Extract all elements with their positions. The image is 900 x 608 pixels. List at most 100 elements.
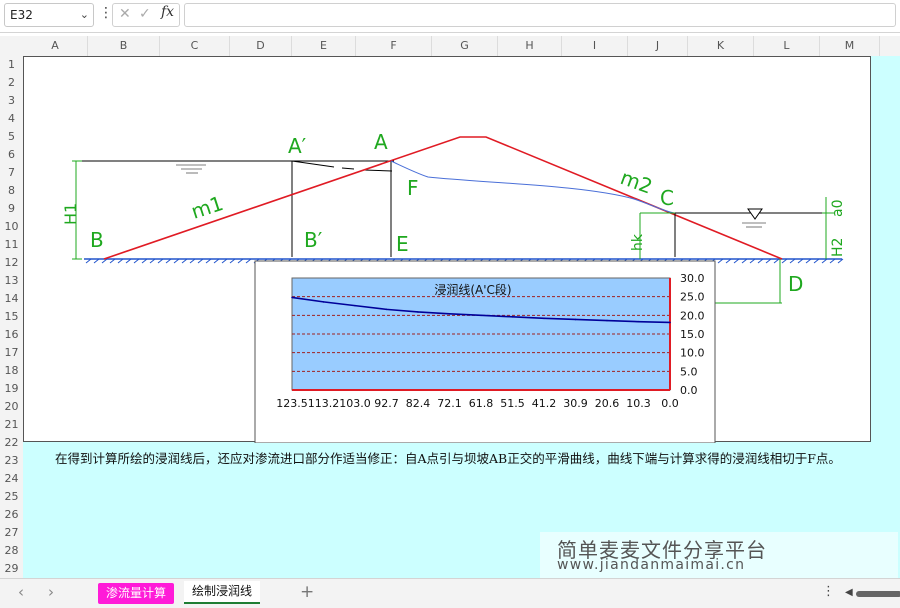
label-a0: a0 (830, 200, 846, 218)
label-c: C (660, 186, 674, 210)
row-header[interactable]: 25 (0, 488, 23, 506)
water-ripple-icon (742, 222, 766, 228)
row-header[interactable]: 27 (0, 524, 23, 542)
x-tick-label: 82.4 (406, 397, 431, 410)
row-header[interactable]: 29 (0, 560, 23, 578)
data-point (669, 321, 671, 324)
x-tick-label: 20.6 (595, 397, 620, 410)
row-header[interactable]: 14 (0, 290, 23, 308)
row-header[interactable]: 13 (0, 272, 23, 290)
y-tick-label: 0.0 (680, 384, 698, 397)
column-header[interactable]: C (160, 36, 230, 56)
x-tick-label: 123.5 (276, 397, 308, 410)
chevron-down-icon[interactable]: ⌄ (80, 4, 89, 26)
column-header[interactable]: I (562, 36, 628, 56)
note-text: 在得到计算所绘的浸润线后，还应对渗流进口部分作适当修正：自A点引与坝坡AB正交的… (55, 451, 841, 466)
x-tick-label: 0.0 (661, 397, 679, 410)
water-ripple-icon (176, 164, 206, 174)
data-point (574, 318, 577, 321)
x-tick-label: 113.2 (308, 397, 340, 410)
x-tick-label: 41.2 (532, 397, 557, 410)
next-sheet-icon[interactable]: › (48, 583, 54, 601)
row-header[interactable]: 10 (0, 218, 23, 236)
row-header[interactable]: 24 (0, 470, 23, 488)
tab-draw-seepage-line[interactable]: 绘制浸润线 (184, 581, 261, 604)
column-header[interactable]: D (230, 36, 292, 56)
sheet-tab-bar: ‹ › 渗流量计算 绘制浸润线 + ⋮ ◀ (0, 578, 900, 608)
column-header[interactable]: K (688, 36, 754, 56)
label-h2: H2 (830, 238, 846, 257)
label-b: B (90, 228, 104, 252)
cancel-icon[interactable]: ✕ (119, 6, 131, 22)
row-header[interactable]: 5 (0, 128, 23, 146)
row-header[interactable]: 4 (0, 110, 23, 128)
row-header[interactable]: 6 (0, 146, 23, 164)
formula-input[interactable] (184, 3, 896, 27)
y-tick-label: 30.0 (680, 272, 705, 285)
label-d: D (788, 272, 803, 296)
confirm-icon[interactable]: ✓ (139, 6, 151, 22)
y-tick-label: 25.0 (680, 291, 705, 304)
data-point (543, 317, 545, 320)
row-header[interactable]: 18 (0, 362, 23, 380)
y-tick-label: 20.0 (680, 309, 705, 322)
name-box[interactable]: E32 ⌄ (4, 3, 94, 27)
row-header[interactable]: 26 (0, 506, 23, 524)
row-header[interactable]: 2 (0, 74, 23, 92)
data-point (480, 314, 482, 317)
y-tick-label: 15.0 (680, 328, 705, 341)
row-header[interactable]: 9 (0, 200, 23, 218)
scroll-left-icon[interactable]: ◀ (845, 587, 853, 598)
row-headers: 1 2 3 4 5 6 7 8 9 10 11 12 13 14 15 16 17 18 19 20 21 22 23 24 2… (0, 56, 24, 578)
row-header[interactable]: 1 (0, 56, 23, 74)
row-header[interactable]: 28 (0, 542, 23, 560)
row-header[interactable]: 15 (0, 308, 23, 326)
row-header[interactable]: 7 (0, 164, 23, 182)
column-header[interactable]: M (820, 36, 880, 56)
dam-diagram: A′ A B B′ E F m1 m2 C D H1 hk H2 a0 30.0… (61, 130, 846, 443)
more-icon[interactable]: ⋮ (99, 5, 113, 21)
x-tick-label: 10.3 (626, 397, 651, 410)
data-point (417, 311, 419, 313)
column-header[interactable]: J (628, 36, 688, 56)
row-header[interactable]: 21 (0, 416, 23, 434)
function-icon[interactable]: fx (161, 4, 174, 20)
row-header[interactable]: 23 (0, 452, 23, 470)
label-b-prime: B′ (304, 228, 323, 252)
label-a: A (374, 130, 388, 154)
scroll-thumb[interactable] (856, 591, 900, 597)
row-header[interactable]: 12 (0, 254, 23, 272)
label-h1: H1 (61, 203, 80, 225)
name-box-value: E32 (10, 8, 33, 22)
more-icon[interactable]: ⋮ (822, 584, 835, 599)
x-tick-label: 72.1 (437, 397, 462, 410)
column-headers: ABCDEFGHIJKLM (0, 36, 900, 57)
prev-sheet-icon[interactable]: ‹ (18, 583, 24, 601)
label-hk: hk (630, 233, 646, 251)
row-header[interactable]: 3 (0, 92, 23, 110)
dam-drawing: A′ A B B′ E F m1 m2 C D H1 hk H2 a0 30.0… (23, 56, 871, 443)
row-header[interactable]: 19 (0, 380, 23, 398)
x-tick-label: 103.0 (339, 397, 371, 410)
add-sheet-icon[interactable]: + (300, 582, 314, 602)
data-point (637, 320, 640, 323)
row-header[interactable]: 11 (0, 236, 23, 254)
column-header[interactable]: A (23, 36, 88, 56)
column-header[interactable]: E (292, 36, 356, 56)
label-f: F (407, 176, 419, 200)
row-header[interactable]: 20 (0, 398, 23, 416)
tab-seepage-calc[interactable]: 渗流量计算 (98, 583, 175, 604)
column-header[interactable]: H (498, 36, 562, 56)
column-header[interactable]: L (754, 36, 820, 56)
row-header[interactable]: 17 (0, 344, 23, 362)
row-header[interactable]: 8 (0, 182, 23, 200)
row-header[interactable]: 16 (0, 326, 23, 344)
data-point (448, 313, 451, 315)
watermark-url: www.jiandanmaimai.cn (557, 557, 746, 573)
column-header[interactable]: B (88, 36, 160, 56)
data-point (385, 308, 388, 311)
row-header[interactable]: 22 (0, 434, 23, 452)
column-header[interactable]: F (356, 36, 432, 56)
horizontal-scrollbar[interactable]: ◀ (845, 587, 900, 598)
column-header[interactable]: G (432, 36, 498, 56)
